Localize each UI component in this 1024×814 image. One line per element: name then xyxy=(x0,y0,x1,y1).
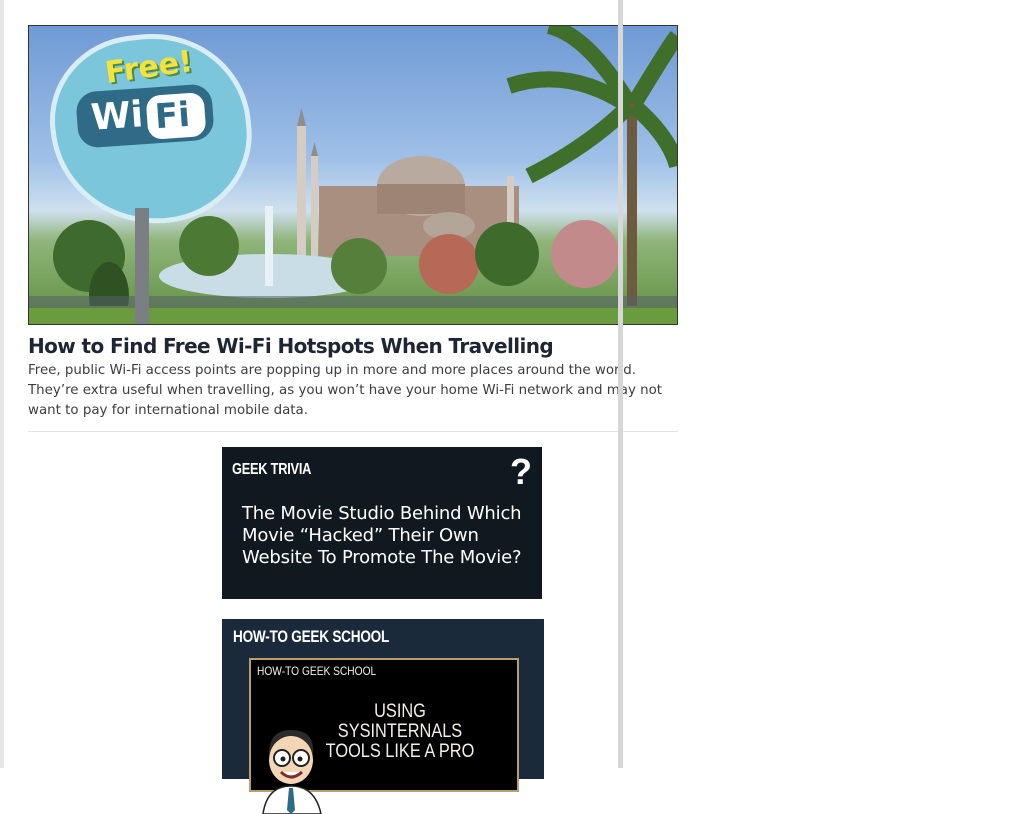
wifi-sign-wi-text: Wi xyxy=(89,94,145,139)
wifi-sign-fi-text: Fi xyxy=(153,94,192,138)
article-title[interactable]: How to Find Free Wi-Fi Hotspots When Tra… xyxy=(28,334,554,358)
article-hero-image[interactable]: Free! Wi Fi xyxy=(28,25,678,325)
trivia-question[interactable]: The Movie Studio Behind Which Movie “Hac… xyxy=(242,503,532,569)
page-left-border xyxy=(0,0,4,768)
sign-pole xyxy=(135,208,149,324)
chalkboard-label: HOW-TO GEEK SCHOOL xyxy=(257,664,377,678)
geek-trivia-widget[interactable]: GEEK TRIVIA ? The Movie Studio Behind Wh… xyxy=(222,447,542,599)
question-mark-icon: ? xyxy=(510,451,532,492)
geek-mascot-icon xyxy=(262,730,322,814)
geek-school-widget[interactable]: HOW-TO GEEK SCHOOL HOW-TO GEEK SCHOOL US… xyxy=(222,619,544,814)
geek-school-heading: HOW-TO GEEK SCHOOL xyxy=(233,627,390,646)
vertical-divider xyxy=(618,0,623,768)
chalkboard-image[interactable]: HOW-TO GEEK SCHOOL USING SYSINTERNALS TO… xyxy=(249,658,519,814)
article-divider xyxy=(28,431,678,432)
article-excerpt: Free, public Wi-Fi access points are pop… xyxy=(28,363,663,418)
geek-trivia-heading: GEEK TRIVIA xyxy=(232,461,312,478)
course-title: USING SYSINTERNALS TOOLS LIKE A PRO xyxy=(325,701,475,762)
